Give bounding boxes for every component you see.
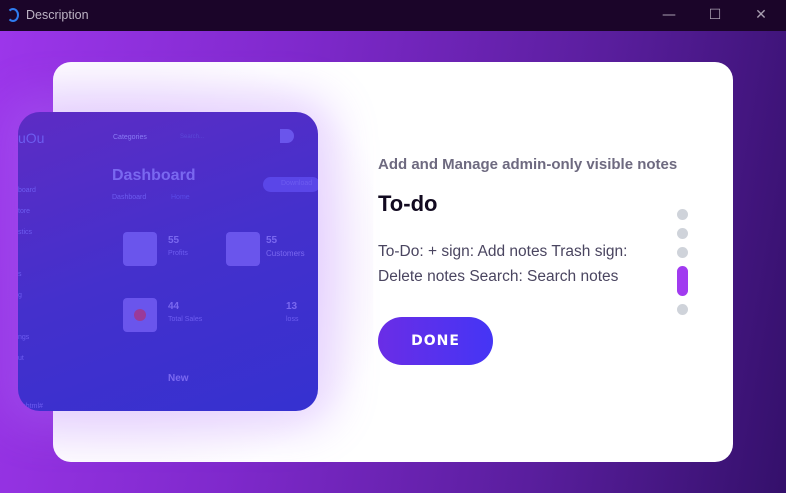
preview-download: Download <box>263 177 318 192</box>
preview-stat-label: Total Sales <box>168 316 203 323</box>
preview-dollar-icon <box>123 298 157 332</box>
minimize-button[interactable]: — <box>654 4 684 26</box>
window-title: Description <box>26 8 89 22</box>
title-bar: Description — ☐ ✕ <box>0 0 786 31</box>
preview-sidebar-item: tore <box>18 208 31 215</box>
preview-breadcrumb: Dashboard <box>112 194 147 201</box>
preview-stat-label: Customers <box>266 249 305 258</box>
preview-sidebar-item: ngs <box>18 334 30 341</box>
pagination-dot-active[interactable] <box>677 266 688 296</box>
preview-sidebar-item: g <box>18 292 22 299</box>
preview-title: Dashboard <box>112 167 196 184</box>
preview-search-icon <box>280 129 294 143</box>
heading: To-do <box>378 191 438 216</box>
pagination-dot-3[interactable] <box>677 247 688 258</box>
pagination-dot-5[interactable] <box>677 304 688 315</box>
description-text: To-Do: + sign: Add notes Trash sign: Del… <box>378 243 628 285</box>
preview-sidebar-item: board <box>18 187 36 194</box>
preview-stat-value: 55 <box>168 235 180 246</box>
preview-stat-value: 13 <box>286 301 298 312</box>
dashboard-preview-image: uOu board tore stics s g ngs ut ophtml# … <box>18 112 318 411</box>
subtitle: Add and Manage admin-only visible notes <box>378 156 678 173</box>
preview-sidebar-item: s <box>18 271 22 278</box>
app-logo-icon <box>7 8 19 22</box>
preview-sidebar-item: stics <box>18 229 32 236</box>
done-button[interactable]: DONE <box>378 317 493 365</box>
preview-calendar-icon <box>123 232 157 266</box>
preview-breadcrumb: Home <box>171 194 190 201</box>
preview-stat-value: 55 <box>266 235 278 246</box>
pagination-dot-1[interactable] <box>677 209 688 220</box>
preview-new: New <box>168 373 189 384</box>
preview-stat-value: 44 <box>168 301 180 312</box>
preview-logo: uOu <box>18 130 45 146</box>
preview-search: Search... <box>180 134 205 140</box>
preview-user-icon <box>226 232 260 266</box>
close-button[interactable]: ✕ <box>746 4 776 26</box>
maximize-button[interactable]: ☐ <box>700 4 730 26</box>
preview-menu: Categories <box>113 134 147 141</box>
pagination-dot-2[interactable] <box>677 228 688 239</box>
preview-stat-label: loss <box>286 316 299 323</box>
preview-sidebar-item: ut <box>18 355 24 362</box>
preview-sidebar-item: ophtml# <box>18 403 43 410</box>
preview-stat-label: Profits <box>168 250 188 257</box>
